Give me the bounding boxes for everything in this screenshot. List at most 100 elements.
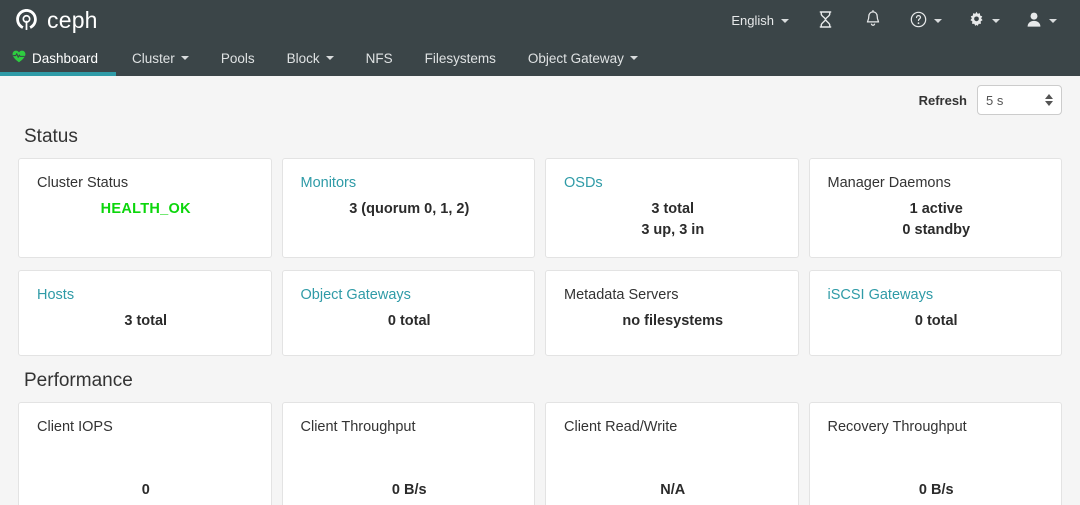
card-title-manager-daemons: Manager Daemons [828, 173, 1046, 193]
question-circle-icon [910, 11, 927, 31]
user-icon [1026, 11, 1042, 31]
card-title-hosts[interactable]: Hosts [37, 285, 255, 305]
osds-total-value: 3 total [564, 199, 782, 220]
nav-item-filesystems[interactable]: Filesystems [409, 41, 512, 75]
card-values-client-iops: 0 [37, 480, 255, 501]
nav-item-dashboard[interactable]: Dashboard [0, 41, 116, 75]
metadata-servers-value: no filesystems [564, 311, 782, 332]
card-title-object-gateways[interactable]: Object Gateways [301, 285, 519, 305]
nav-label-filesystems: Filesystems [425, 51, 496, 66]
card-title-iscsi-gateways[interactable]: iSCSI Gateways [828, 285, 1046, 305]
card-client-iops: Client IOPS 0 [18, 402, 272, 505]
chevron-down-icon [326, 56, 334, 60]
heart-pulse-icon [12, 50, 26, 66]
manager-standby-value: 0 standby [828, 220, 1046, 241]
gear-icon [968, 11, 985, 31]
chevron-down-icon [1049, 19, 1057, 23]
nav-label-nfs: NFS [366, 51, 393, 66]
object-gateways-total-value: 0 total [301, 311, 519, 332]
chevron-down-icon [630, 56, 638, 60]
nav-label-cluster: Cluster [132, 51, 175, 66]
nav-label-block: Block [287, 51, 320, 66]
nav-item-pools[interactable]: Pools [205, 41, 271, 75]
card-values-cluster-status: HEALTH_OK [37, 199, 255, 220]
chevron-down-icon [181, 56, 189, 60]
card-title-cluster-status: Cluster Status [37, 173, 255, 193]
card-title-monitors[interactable]: Monitors [301, 173, 519, 193]
card-cluster-status: Cluster Status HEALTH_OK [18, 158, 272, 258]
card-title-metadata-servers: Metadata Servers [564, 285, 782, 305]
nav-item-cluster[interactable]: Cluster [116, 41, 205, 75]
client-read-write-value: N/A [564, 480, 782, 501]
card-values-monitors: 3 (quorum 0, 1, 2) [301, 199, 519, 220]
status-section-title: Status [24, 124, 1062, 150]
status-badge-health: HEALTH_OK [37, 199, 255, 220]
spinner-arrows-icon[interactable] [1045, 94, 1053, 106]
brand-name: ceph [47, 9, 98, 32]
nav-label-dashboard: Dashboard [32, 51, 98, 66]
card-values-recovery-throughput: 0 B/s [828, 480, 1046, 501]
client-iops-value: 0 [37, 480, 255, 501]
chevron-down-icon [934, 19, 942, 23]
card-title-client-iops: Client IOPS [37, 417, 255, 437]
dashboard-content: Refresh 5 s Status Cluster Status HEALTH… [0, 76, 1080, 505]
refresh-interval-select[interactable]: 5 s [977, 85, 1062, 115]
help-menu[interactable] [897, 0, 955, 41]
card-values-client-throughput: 0 B/s [301, 480, 519, 501]
card-title-client-throughput: Client Throughput [301, 417, 519, 437]
card-title-osds[interactable]: OSDs [564, 173, 782, 193]
card-values-hosts: 3 total [37, 311, 255, 332]
brand-logo-link[interactable]: ceph [14, 7, 98, 35]
hosts-total-value: 3 total [37, 311, 255, 332]
monitors-quorum-value: 3 (quorum 0, 1, 2) [301, 199, 519, 220]
refresh-label: Refresh [919, 93, 967, 108]
bell-icon [865, 10, 881, 31]
spinner-down-icon[interactable] [1045, 101, 1053, 106]
card-values-osds: 3 total 3 up, 3 in [564, 199, 782, 241]
nav-item-block[interactable]: Block [271, 41, 350, 75]
client-throughput-value: 0 B/s [301, 480, 519, 501]
tasks-button[interactable] [802, 0, 849, 41]
card-values-client-read-write: N/A [564, 480, 782, 501]
manager-active-value: 1 active [828, 199, 1046, 220]
card-monitors: Monitors 3 (quorum 0, 1, 2) [282, 158, 536, 258]
status-row-1: Cluster Status HEALTH_OK Monitors 3 (quo… [18, 158, 1062, 258]
card-title-recovery-throughput: Recovery Throughput [828, 417, 1046, 437]
nav-item-object-gateway[interactable]: Object Gateway [512, 41, 654, 75]
card-values-object-gateways: 0 total [301, 311, 519, 332]
recovery-throughput-value: 0 B/s [828, 480, 1046, 501]
card-object-gateways: Object Gateways 0 total [282, 270, 536, 356]
performance-row: Client IOPS 0 Client Throughput 0 B/s Cl… [18, 402, 1062, 505]
osds-up-in-value: 3 up, 3 in [564, 220, 782, 241]
card-recovery-throughput: Recovery Throughput 0 B/s [809, 402, 1063, 505]
card-osds: OSDs 3 total 3 up, 3 in [545, 158, 799, 258]
card-client-read-write: Client Read/Write N/A [545, 402, 799, 505]
card-values-metadata-servers: no filesystems [564, 311, 782, 332]
top-bar-actions: English [718, 0, 1070, 41]
refresh-control-row: Refresh 5 s [18, 76, 1062, 124]
performance-section-title: Performance [24, 368, 1062, 394]
hourglass-icon [818, 11, 833, 31]
refresh-interval-value: 5 s [986, 93, 1003, 108]
card-manager-daemons: Manager Daemons 1 active 0 standby [809, 158, 1063, 258]
user-menu[interactable] [1013, 0, 1070, 41]
language-label: English [731, 13, 774, 28]
card-hosts: Hosts 3 total [18, 270, 272, 356]
language-selector[interactable]: English [718, 0, 802, 41]
nav-label-object-gateway: Object Gateway [528, 51, 624, 66]
card-metadata-servers: Metadata Servers no filesystems [545, 270, 799, 356]
chevron-down-icon [992, 19, 1000, 23]
main-navigation: Dashboard Cluster Pools Block NFS Filesy… [0, 41, 1080, 76]
top-bar: ceph English [0, 0, 1080, 41]
notifications-button[interactable] [849, 0, 897, 41]
settings-menu[interactable] [955, 0, 1013, 41]
card-values-iscsi-gateways: 0 total [828, 311, 1046, 332]
ceph-logo-icon [14, 7, 39, 35]
spinner-up-icon[interactable] [1045, 94, 1053, 99]
card-values-manager-daemons: 1 active 0 standby [828, 199, 1046, 241]
status-row-2: Hosts 3 total Object Gateways 0 total Me… [18, 270, 1062, 356]
card-title-client-read-write: Client Read/Write [564, 417, 782, 437]
nav-item-nfs[interactable]: NFS [350, 41, 409, 75]
iscsi-gateways-total-value: 0 total [828, 311, 1046, 332]
card-iscsi-gateways: iSCSI Gateways 0 total [809, 270, 1063, 356]
